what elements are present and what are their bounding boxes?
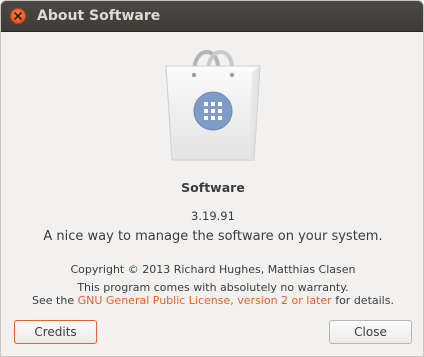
app-name: Software (181, 180, 245, 195)
about-dialog: About Software Software 3.19.91 A nice w… (0, 0, 424, 357)
license-suffix: for details. (331, 294, 394, 307)
app-grid-icon (193, 91, 233, 131)
copyright-text: Copyright © 2013 Richard Hughes, Matthia… (70, 263, 356, 276)
close-icon (14, 12, 22, 20)
license-prefix: See the (32, 294, 78, 307)
title-bar[interactable]: About Software (1, 1, 423, 32)
app-version: 3.19.91 (191, 209, 235, 223)
close-button[interactable]: Close (329, 320, 412, 344)
license-link[interactable]: GNU General Public License, version 2 or… (78, 294, 332, 307)
app-description: A nice way to manage the software on you… (43, 229, 383, 244)
credits-button[interactable]: Credits (14, 320, 97, 344)
window-title: About Software (37, 8, 161, 24)
dialog-content: Software 3.19.91 A nice way to manage th… (1, 32, 423, 356)
shopping-bag-icon (165, 50, 261, 161)
warranty-text: This program comes with absolutely no wa… (77, 281, 349, 294)
license-text: See the GNU General Public License, vers… (1, 294, 423, 307)
window-close-button[interactable] (10, 8, 26, 24)
